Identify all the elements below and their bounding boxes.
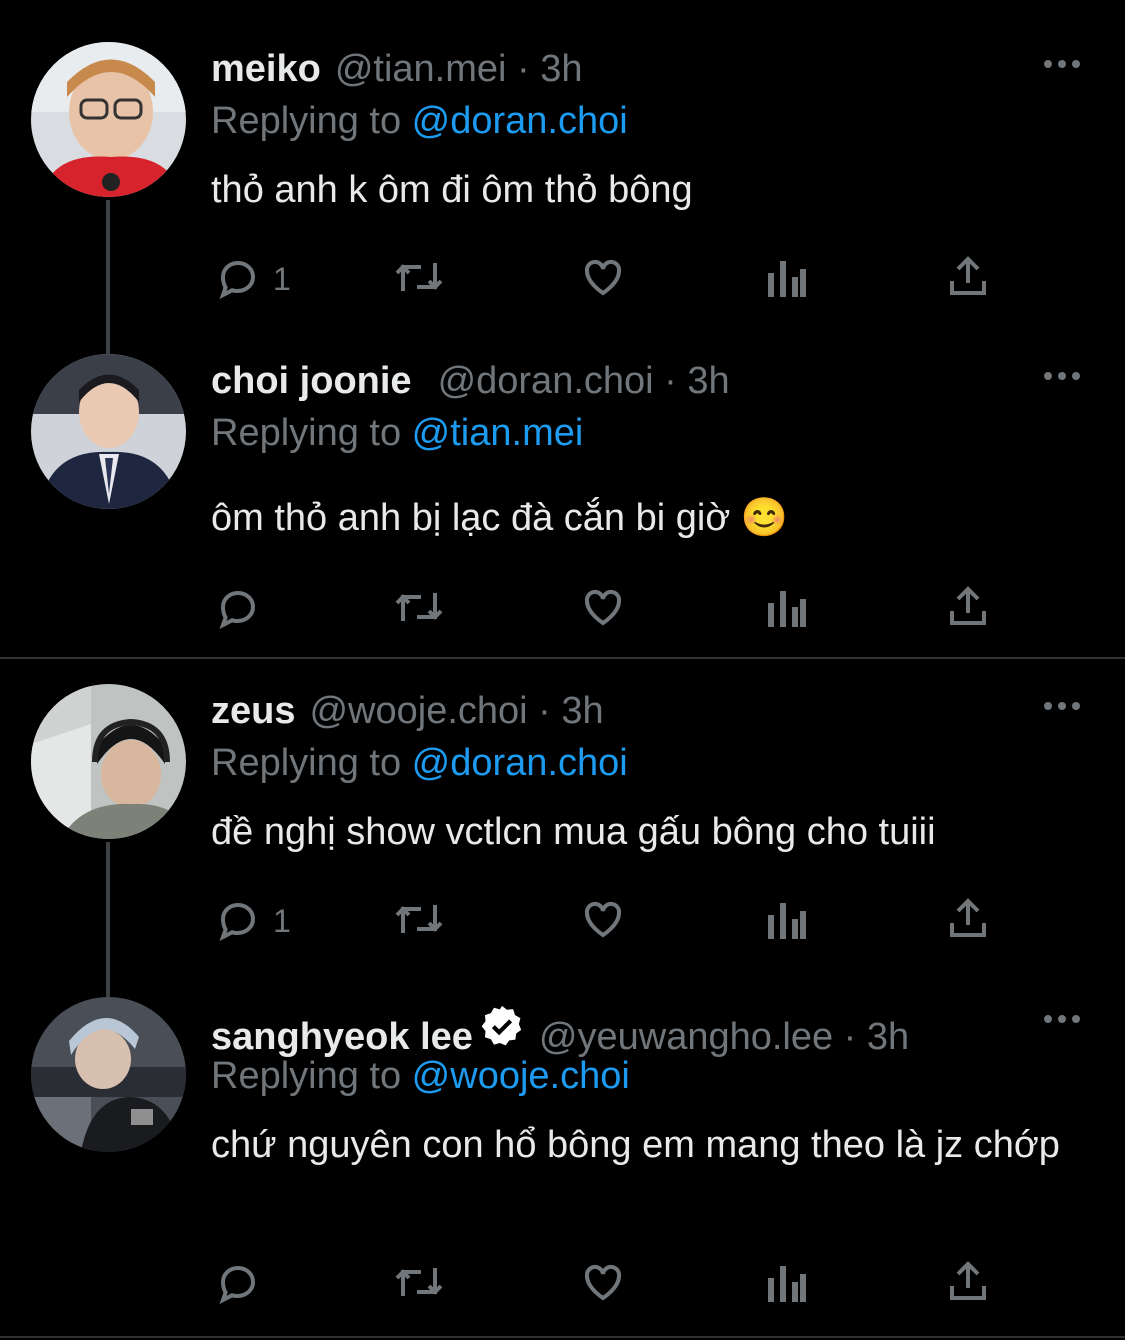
replying-to-label: Replying to [211,412,412,454]
analytics-button[interactable] [764,896,808,946]
reply-button[interactable] [213,584,273,634]
like-icon [579,895,627,948]
reply-icon [213,895,261,948]
more-icon[interactable] [1042,1011,1082,1027]
mention-link[interactable]: @wooje.choi [412,1055,630,1097]
avatar[interactable] [31,997,186,1152]
more-icon[interactable] [1042,56,1082,72]
replying-to: Replying to @doran.choi [211,100,628,143]
analytics-icon [764,253,808,306]
tweet[interactable]: choi joonie @doran.choi · 3h Replying to… [0,354,1125,654]
avatar[interactable] [31,42,186,197]
bottom-divider [0,1336,1125,1338]
replying-to-label: Replying to [211,742,412,784]
reply-icon [213,1258,261,1311]
retweet-icon [391,253,447,306]
replying-to: Replying to @tian.mei [211,412,583,455]
analytics-button[interactable] [764,254,808,304]
share-button[interactable] [944,254,992,304]
tweet-header: choi joonie @doran.choi · 3h [211,360,730,403]
tweet-text: chứ nguyên con hổ bông em mang theo là j… [211,1124,1060,1166]
share-button[interactable] [944,1259,992,1309]
retweet-button[interactable] [391,254,447,304]
tweet-text: thỏ anh k ôm đi ôm thỏ bông [211,169,693,211]
like-button[interactable] [579,584,627,634]
share-icon [944,253,992,306]
avatar[interactable] [31,684,186,839]
display-name[interactable]: choi joonie [211,360,412,403]
handle-timestamp[interactable]: @wooje.choi · 3h [309,690,603,733]
display-name[interactable]: sanghyeok lee [211,1016,473,1059]
action-bar [211,1259,1011,1309]
action-bar: 1 [211,896,1011,946]
more-icon[interactable] [1042,368,1082,384]
retweet-icon [391,895,447,948]
retweet-button[interactable] [391,584,447,634]
thread-line [106,200,110,370]
replying-to-label: Replying to [211,100,412,142]
reply-button[interactable]: 1 [213,254,291,304]
tweet[interactable]: sanghyeok lee @yeuwangho.lee · 3h Replyi… [0,997,1125,1337]
retweet-button[interactable] [391,1259,447,1309]
analytics-button[interactable] [764,584,808,634]
like-button[interactable] [579,1259,627,1309]
like-icon [579,253,627,306]
like-button[interactable] [579,254,627,304]
tweet[interactable]: meiko @tian.mei · 3h Replying to @doran.… [0,42,1125,370]
thread-line [106,842,110,997]
action-bar [211,584,1011,634]
avatar[interactable] [31,354,186,509]
share-icon [944,583,992,636]
action-bar: 1 [211,254,1011,304]
verified-badge-icon [479,1003,525,1059]
analytics-icon [764,583,808,636]
more-icon[interactable] [1042,698,1082,714]
thread-divider [0,657,1125,659]
retweet-button[interactable] [391,896,447,946]
reply-count: 1 [273,902,291,939]
reply-icon [213,583,261,636]
analytics-button[interactable] [764,1259,808,1309]
handle-timestamp[interactable]: @doran.choi · 3h [438,360,730,403]
tweet-text: đề nghị show vctlcn mua gấu bông cho tui… [211,811,936,853]
reply-icon [213,253,261,306]
mention-link[interactable]: @doran.choi [412,100,628,142]
analytics-icon [764,895,808,948]
like-button[interactable] [579,896,627,946]
share-icon [944,895,992,948]
tweet[interactable]: zeus @wooje.choi · 3h Replying to @doran… [0,684,1125,997]
retweet-icon [391,583,447,636]
display-name[interactable]: meiko [211,48,321,91]
like-icon [579,583,627,636]
tweet-header: sanghyeok lee @yeuwangho.lee · 3h [211,1003,909,1059]
like-icon [579,1258,627,1311]
tweet-text: ôm thỏ anh bị lạc đà cắn bi giờ 😊 [211,497,789,539]
handle-timestamp[interactable]: @tian.mei · 3h [335,48,583,91]
replying-to: Replying to @doran.choi [211,742,628,785]
reply-count: 1 [273,260,291,297]
reply-button[interactable]: 1 [213,896,291,946]
display-name[interactable]: zeus [211,690,295,733]
share-icon [944,1258,992,1311]
share-button[interactable] [944,896,992,946]
mention-link[interactable]: @doran.choi [412,742,628,784]
analytics-icon [764,1258,808,1311]
replying-to-label: Replying to [211,1055,412,1097]
replying-to: Replying to @wooje.choi [211,1055,630,1098]
tweet-header: zeus @wooje.choi · 3h [211,690,604,733]
retweet-icon [391,1258,447,1311]
reply-button[interactable] [213,1259,273,1309]
mention-link[interactable]: @tian.mei [412,412,584,454]
share-button[interactable] [944,584,992,634]
tweet-header: meiko @tian.mei · 3h [211,48,583,91]
handle-timestamp[interactable]: @yeuwangho.lee · 3h [539,1016,909,1059]
